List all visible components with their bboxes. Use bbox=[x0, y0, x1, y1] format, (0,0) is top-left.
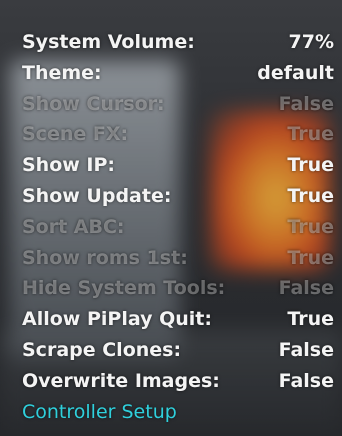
setting-value: True bbox=[287, 246, 334, 269]
setting-scene-fx[interactable]: Scene FX: True bbox=[22, 119, 334, 150]
setting-scrape-clones[interactable]: Scrape Clones: False bbox=[22, 335, 334, 366]
setting-label: Overwrite Images: bbox=[22, 369, 220, 392]
setting-value: 77% bbox=[288, 31, 334, 53]
setting-system-volume[interactable]: System Volume: 77% bbox=[22, 27, 334, 58]
setting-label: Scrape Clones: bbox=[22, 338, 182, 361]
settings-screen: System Volume: 77% Theme: default Show C… bbox=[0, 0, 342, 436]
setting-label: Show IP: bbox=[22, 154, 116, 177]
setting-show-update[interactable]: Show Update: True bbox=[22, 181, 334, 212]
setting-label: Show roms 1st: bbox=[22, 246, 188, 269]
setting-value: True bbox=[287, 154, 334, 177]
setting-show-ip[interactable]: Show IP: True bbox=[22, 150, 334, 181]
settings-menu: System Volume: 77% Theme: default Show C… bbox=[22, 27, 334, 427]
setting-value: True bbox=[287, 215, 334, 238]
setting-sort-abc[interactable]: Sort ABC: True bbox=[22, 212, 334, 243]
setting-value: False bbox=[278, 369, 334, 392]
controller-setup-link[interactable]: Controller Setup bbox=[22, 397, 334, 428]
setting-label: Theme: bbox=[22, 61, 102, 84]
setting-theme[interactable]: Theme: default bbox=[22, 58, 334, 89]
setting-value: default bbox=[257, 61, 334, 84]
setting-label: System Volume: bbox=[22, 31, 195, 53]
setting-hide-system-tools[interactable]: Hide System Tools: False bbox=[22, 273, 334, 304]
setting-allow-piplay-quit[interactable]: Allow PiPlay Quit: True bbox=[22, 304, 334, 335]
setting-label: Sort ABC: bbox=[22, 215, 125, 238]
setting-show-cursor[interactable]: Show Cursor: False bbox=[22, 89, 334, 120]
setting-show-roms-first[interactable]: Show roms 1st: True bbox=[22, 243, 334, 274]
controller-setup-label: Controller Setup bbox=[22, 400, 177, 423]
setting-label: Show Update: bbox=[22, 184, 172, 207]
setting-overwrite-images[interactable]: Overwrite Images: False bbox=[22, 366, 334, 397]
setting-label: Scene FX: bbox=[22, 123, 129, 146]
setting-label: Hide System Tools: bbox=[22, 277, 226, 300]
setting-label: Allow PiPlay Quit: bbox=[22, 308, 212, 331]
setting-value: True bbox=[287, 184, 334, 207]
setting-value: True bbox=[287, 308, 334, 331]
setting-value: False bbox=[278, 338, 334, 361]
setting-value: False bbox=[278, 277, 334, 300]
setting-label: Show Cursor: bbox=[22, 92, 165, 115]
setting-value: True bbox=[287, 123, 334, 146]
setting-value: False bbox=[278, 92, 334, 115]
